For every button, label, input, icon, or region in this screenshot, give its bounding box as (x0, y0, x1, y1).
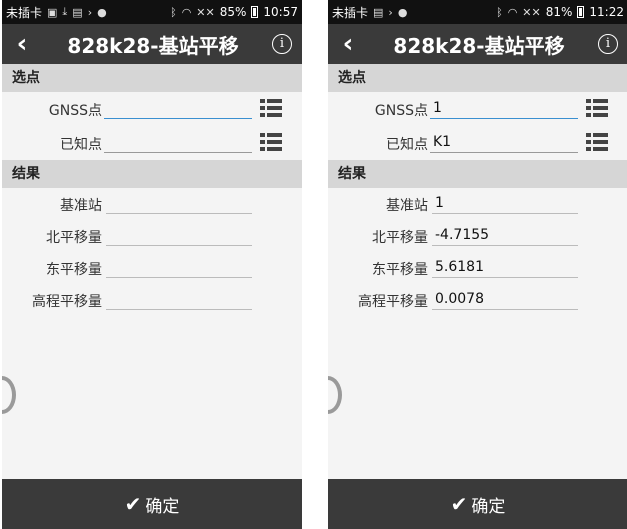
north-shift-value: -4.7155 (432, 224, 578, 246)
confirm-label: 确定 (471, 496, 506, 517)
floating-handle[interactable] (328, 376, 342, 414)
section-header-result: 结果 (328, 160, 627, 188)
east-shift-value (106, 256, 252, 278)
floating-handle[interactable] (2, 376, 16, 414)
north-shift-value (106, 224, 252, 246)
gnss-point-input[interactable]: 1 (430, 97, 578, 119)
height-shift-row: 高程平移量 (2, 284, 302, 316)
confirm-button[interactable]: ✔ 确定 (2, 479, 302, 529)
height-shift-value (106, 288, 252, 310)
screenshot-icon: ▣ (47, 5, 58, 19)
clock: 10:57 (263, 5, 298, 19)
bluetooth-icon: ᛒ (170, 5, 177, 19)
gnss-point-row: GNSS点 1 (328, 92, 627, 126)
carrier-text: 未插卡 (6, 5, 43, 20)
app-icon: ● (97, 5, 107, 19)
height-shift-value: 0.0078 (432, 288, 578, 310)
east-shift-label: 东平移量 (372, 262, 428, 278)
title-bar: ‹ 828k28-基站平移 i (2, 24, 302, 64)
base-station-value (106, 192, 252, 214)
height-shift-row: 高程平移量 0.0078 (328, 284, 627, 316)
north-shift-row: 北平移量 (2, 220, 302, 252)
section-header-select: 选点 (328, 64, 627, 92)
chevron-left-icon[interactable]: ‹ (2, 24, 42, 64)
list-icon[interactable] (586, 98, 608, 118)
info-icon[interactable]: i (272, 34, 292, 54)
list-icon[interactable] (586, 132, 608, 152)
chevron-right-icon: › (388, 5, 393, 19)
phone-screen-left: 未插卡 ▣ ⤓ ▤ › ● ᛒ ◠ ✕✕ 85% 10:57 ‹ 828k28-… (2, 0, 302, 529)
base-station-label: 基准站 (386, 198, 428, 214)
east-shift-label: 东平移量 (46, 262, 102, 278)
base-station-row: 基准站 1 (328, 188, 627, 220)
battery-icon (577, 6, 585, 18)
base-station-label: 基准站 (60, 198, 102, 214)
page-title: 828k28-基站平移 (67, 33, 239, 58)
east-shift-value: 5.6181 (432, 256, 578, 278)
info-icon[interactable]: i (598, 34, 618, 54)
list-icon[interactable] (260, 132, 282, 152)
gnss-point-input[interactable] (104, 97, 252, 119)
section-header-result: 结果 (2, 160, 302, 188)
known-point-label: 已知点 (386, 137, 428, 153)
height-shift-label: 高程平移量 (32, 294, 102, 310)
known-point-label: 已知点 (60, 137, 102, 153)
signal-icon: ✕✕ (522, 5, 541, 19)
known-point-row: 已知点 K1 (328, 126, 627, 160)
check-icon: ✔ (450, 492, 468, 516)
confirm-label: 确定 (145, 496, 180, 517)
app-icon: ● (397, 5, 408, 19)
page-title: 828k28-基站平移 (393, 33, 565, 58)
gnss-point-label: GNSS点 (48, 103, 102, 119)
base-station-row: 基准站 (2, 188, 302, 220)
chevron-left-icon[interactable]: ‹ (328, 24, 368, 64)
known-point-input[interactable]: K1 (430, 131, 578, 153)
image-icon: ▤ (373, 5, 384, 19)
wifi-icon: ◠ (181, 5, 192, 19)
title-bar: ‹ 828k28-基站平移 i (328, 24, 627, 64)
clock: 11:22 (589, 5, 624, 19)
battery-icon (251, 6, 259, 18)
signal-icon: ✕✕ (196, 5, 215, 19)
phone-screen-right: 未插卡 ▤ › ● ᛒ ◠ ✕✕ 81% 11:22 ‹ 828k28-基站平移… (328, 0, 627, 529)
north-shift-label: 北平移量 (46, 230, 102, 246)
gnss-point-row: GNSS点 (2, 92, 302, 126)
bluetooth-icon: ᛒ (496, 5, 503, 19)
download-icon: ⤓ (62, 5, 68, 18)
section-header-select: 选点 (2, 64, 302, 92)
battery-percent: 81% (545, 5, 573, 19)
east-shift-row: 东平移量 5.6181 (328, 252, 627, 284)
status-bar: 未插卡 ▣ ⤓ ▤ › ● ᛒ ◠ ✕✕ 85% 10:57 (2, 0, 302, 24)
status-bar: 未插卡 ▤ › ● ᛒ ◠ ✕✕ 81% 11:22 (328, 0, 627, 24)
battery-percent: 85% (219, 5, 247, 19)
base-station-value: 1 (432, 192, 578, 214)
confirm-button[interactable]: ✔ 确定 (328, 479, 627, 529)
wifi-icon: ◠ (507, 5, 518, 19)
known-point-row: 已知点 (2, 126, 302, 160)
known-point-input[interactable] (104, 131, 252, 153)
height-shift-label: 高程平移量 (358, 294, 428, 310)
chevron-right-icon: › (87, 5, 93, 19)
image-icon: ▤ (72, 5, 83, 19)
carrier-text: 未插卡 (332, 5, 369, 20)
gnss-point-label: GNSS点 (374, 103, 428, 119)
check-icon: ✔ (124, 492, 142, 516)
east-shift-row: 东平移量 (2, 252, 302, 284)
list-icon[interactable] (260, 98, 282, 118)
north-shift-row: 北平移量 -4.7155 (328, 220, 627, 252)
north-shift-label: 北平移量 (372, 230, 428, 246)
